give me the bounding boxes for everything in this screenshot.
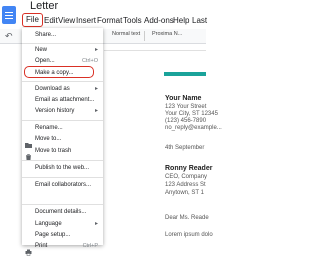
accent-bar bbox=[164, 72, 206, 76]
doc-salutation: Dear Ms. Reade bbox=[165, 215, 209, 221]
menu-view[interactable]: View bbox=[58, 14, 75, 28]
menu-item-label: Document details... bbox=[35, 209, 87, 215]
submenu-arrow-icon: ▸ bbox=[94, 47, 98, 53]
menu-item-version-history[interactable]: Version history ▸ bbox=[22, 106, 103, 117]
printer-icon bbox=[25, 243, 32, 256]
submenu-arrow-icon: ▸ bbox=[94, 108, 98, 114]
menu-item-share[interactable]: Share... bbox=[22, 30, 103, 41]
menu-item-label: Move to... bbox=[35, 136, 62, 142]
menu-item-label: Publish to the web... bbox=[35, 165, 90, 171]
doc-recipient-address2: Anytown, ST 1 bbox=[165, 190, 204, 196]
menu-item-move-to[interactable]: Move to... bbox=[22, 134, 103, 148]
menu-file-label: File bbox=[26, 15, 39, 24]
menu-tools[interactable]: Tools bbox=[123, 14, 142, 28]
menu-separator bbox=[22, 120, 103, 121]
doc-phone: (123) 456-7890 bbox=[165, 118, 207, 124]
paragraph-style-select[interactable]: Normal text bbox=[112, 31, 140, 37]
ruler[interactable] bbox=[104, 44, 206, 51]
doc-address-line2: Your City, ST 12345 bbox=[165, 111, 218, 117]
menu-add-ons[interactable]: Add-ons bbox=[144, 14, 174, 28]
doc-email: no_reply@example... bbox=[165, 125, 222, 131]
trash-icon bbox=[25, 148, 32, 161]
menu-separator bbox=[22, 204, 103, 205]
menu-item-label: Language bbox=[35, 221, 62, 227]
menu-last-edit[interactable]: Last bbox=[192, 14, 207, 28]
menu-item-download-as[interactable]: Download as ▸ bbox=[22, 84, 103, 95]
menu-item-label: Email collaborators... bbox=[35, 182, 92, 188]
file-menu-dropdown: Share... New ▸ Open... Ctrl+O Make a cop… bbox=[22, 28, 103, 256]
doc-recipient-title: CEO, Company bbox=[165, 174, 208, 180]
menu-item-email-collaborators[interactable]: Email collaborators... bbox=[22, 180, 103, 191]
menu-separator bbox=[22, 43, 103, 44]
menu-item-print[interactable]: Print Ctrl+P bbox=[22, 241, 103, 256]
menu-item-move-trash[interactable]: Move to trash bbox=[22, 146, 103, 161]
menu-item-shortcut: Ctrl+P bbox=[82, 243, 98, 249]
doc-recipient-address1: 123 Address St bbox=[165, 182, 206, 188]
document-title[interactable]: Letter bbox=[30, 0, 58, 12]
undo-icon[interactable]: ↶ bbox=[5, 29, 13, 43]
menu-item-label: New bbox=[35, 47, 48, 53]
font-select[interactable]: Proxima N... bbox=[152, 31, 182, 37]
menu-separator bbox=[22, 177, 103, 178]
menu-item-language[interactable]: Language ▸ bbox=[22, 219, 103, 230]
menu-item-label: Rename... bbox=[35, 125, 63, 131]
doc-sender-name: Your Name bbox=[165, 95, 202, 102]
menu-item-label: Email as attachment... bbox=[35, 97, 95, 103]
menu-item-email-attachment[interactable]: Email as attachment... bbox=[22, 95, 103, 106]
menu-item-new[interactable]: New ▸ bbox=[22, 45, 103, 56]
menu-item-rename[interactable]: Rename... bbox=[22, 123, 103, 134]
menu-item-document-details[interactable]: Document details... bbox=[22, 207, 103, 218]
submenu-arrow-icon: ▸ bbox=[94, 221, 98, 227]
menu-format[interactable]: Format bbox=[97, 14, 122, 28]
doc-address-line1: 123 Your Street bbox=[165, 104, 207, 110]
menu-file[interactable]: File bbox=[22, 13, 43, 27]
menu-item-label: Print bbox=[35, 243, 48, 249]
menu-edit[interactable]: Edit bbox=[44, 14, 58, 28]
toolbar-divider bbox=[144, 31, 145, 41]
doc-body: Lorem ipsum dolo bbox=[165, 232, 213, 238]
menu-item-label: Share... bbox=[35, 32, 57, 38]
menu-help[interactable]: Help bbox=[173, 14, 189, 28]
folder-icon bbox=[25, 136, 32, 148]
submenu-arrow-icon: ▸ bbox=[94, 86, 98, 92]
doc-date: 4th September bbox=[165, 145, 205, 151]
menu-item-label: Version history bbox=[35, 108, 75, 114]
menu-separator bbox=[22, 81, 103, 82]
doc-recipient-name: Ronny Reader bbox=[165, 165, 213, 172]
menu-item-label: Page setup... bbox=[35, 232, 71, 238]
menu-separator bbox=[22, 160, 103, 161]
menu-item-publish[interactable]: Publish to the web... bbox=[22, 163, 103, 174]
menu-insert[interactable]: Insert bbox=[76, 14, 96, 28]
menu-item-label: Download as bbox=[35, 86, 70, 92]
make-copy-highlight bbox=[24, 66, 94, 78]
menu-item-label: Move to trash bbox=[35, 148, 72, 154]
menu-item-page-setup[interactable]: Page setup... bbox=[22, 230, 103, 241]
